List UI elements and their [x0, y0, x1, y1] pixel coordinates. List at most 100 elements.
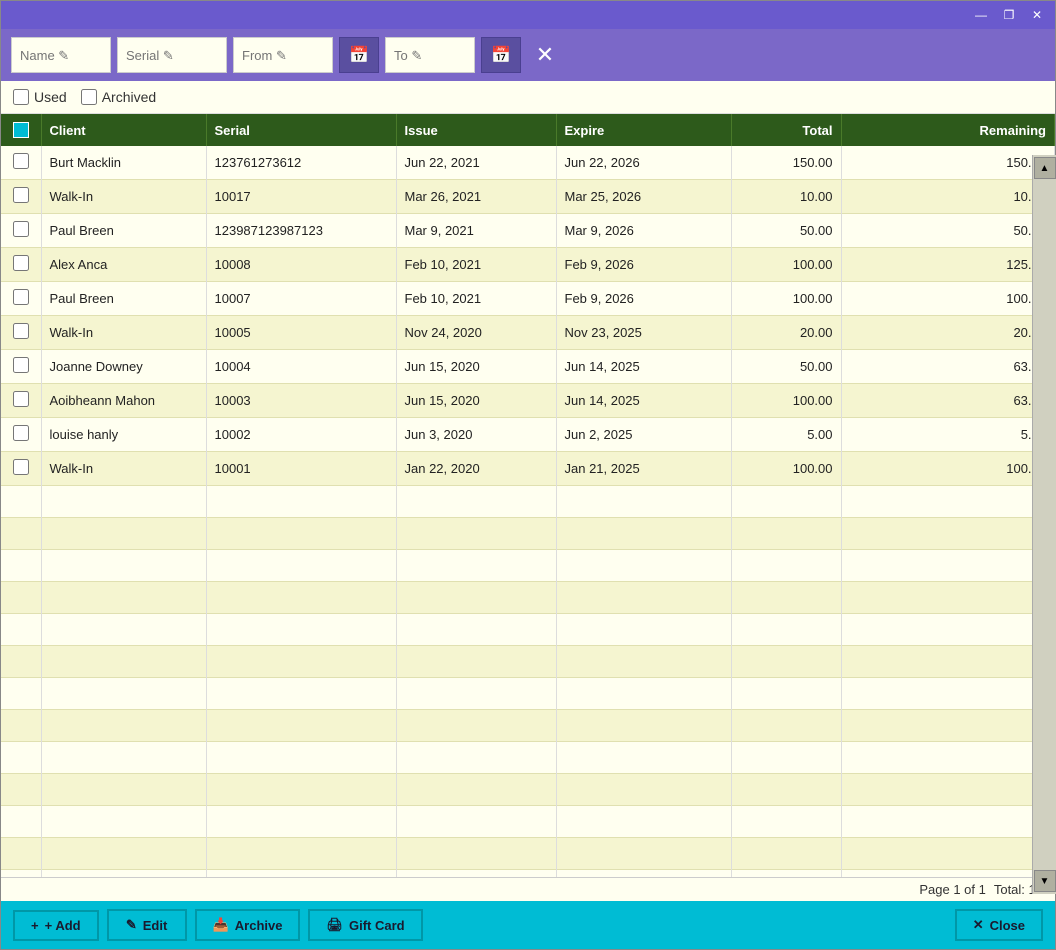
toolbar-clear-button[interactable]: ✕ [527, 37, 563, 73]
row-serial: 10001 [206, 452, 396, 486]
row-issue: Feb 10, 2021 [396, 248, 556, 282]
row-checkbox[interactable] [13, 255, 29, 271]
select-all-header[interactable] [1, 114, 41, 146]
row-issue: Mar 26, 2021 [396, 180, 556, 214]
row-issue: Jun 3, 2020 [396, 418, 556, 452]
scroll-up-button[interactable]: ▲ [1034, 157, 1056, 179]
empty-row [1, 614, 1055, 646]
name-input[interactable] [11, 37, 111, 73]
row-total: 20.00 [731, 316, 841, 350]
row-expire: Jan 21, 2025 [556, 452, 731, 486]
table-row[interactable]: Burt Macklin123761273612Jun 22, 2021Jun … [1, 146, 1055, 180]
empty-row [1, 678, 1055, 710]
expire-header: Expire [556, 114, 731, 146]
row-serial: 123761273612 [206, 146, 396, 180]
row-issue: Feb 10, 2021 [396, 282, 556, 316]
scroll-down-button[interactable]: ▼ [1034, 870, 1056, 892]
row-client: louise hanly [41, 418, 206, 452]
to-input[interactable] [385, 37, 475, 73]
minimize-button[interactable]: — [971, 5, 991, 25]
row-serial: 10005 [206, 316, 396, 350]
row-client: Paul Breen [41, 214, 206, 248]
scroll-down-icon: ▼ [1040, 876, 1050, 887]
row-checkbox[interactable] [13, 357, 29, 373]
row-total: 100.00 [731, 452, 841, 486]
row-checkbox[interactable] [13, 187, 29, 203]
to-calendar-button[interactable]: 📅 [481, 37, 521, 73]
row-remaining: 63.00 [841, 350, 1055, 384]
serial-input[interactable] [117, 37, 227, 73]
row-client: Walk-In [41, 452, 206, 486]
row-total: 100.00 [731, 282, 841, 316]
row-client: Walk-In [41, 180, 206, 214]
close-button[interactable]: ✕ Close [955, 909, 1043, 941]
table-row[interactable]: Walk-In10005Nov 24, 2020Nov 23, 202520.0… [1, 316, 1055, 350]
close-label: Close [990, 918, 1025, 933]
add-button[interactable]: + + Add [13, 910, 99, 941]
row-total: 100.00 [731, 384, 841, 418]
calendar-icon-2: 📅 [491, 45, 511, 65]
table-row[interactable]: louise hanly10002Jun 3, 2020Jun 2, 20255… [1, 418, 1055, 452]
row-remaining: 10.00 [841, 180, 1055, 214]
row-issue: Jan 22, 2020 [396, 452, 556, 486]
gift-card-button[interactable]: 🖨 Gift Card [308, 909, 422, 941]
close-window-button[interactable]: ✕ [1027, 5, 1047, 25]
empty-row [1, 486, 1055, 518]
total-header: Total [731, 114, 841, 146]
scrollbar-right: ▲ ▼ [1032, 155, 1056, 894]
from-input[interactable] [233, 37, 333, 73]
restore-button[interactable]: ❐ [999, 5, 1019, 25]
edit-icon: ✎ [126, 917, 137, 933]
table-row[interactable]: Walk-In10001Jan 22, 2020Jan 21, 2025100.… [1, 452, 1055, 486]
row-expire: Feb 9, 2026 [556, 248, 731, 282]
x-icon: ✕ [536, 42, 554, 68]
table-row[interactable]: Paul Breen123987123987123Mar 9, 2021Mar … [1, 214, 1055, 248]
table-row[interactable]: Alex Anca10008Feb 10, 2021Feb 9, 2026100… [1, 248, 1055, 282]
archive-button[interactable]: 📥 Archive [195, 909, 301, 941]
from-calendar-button[interactable]: 📅 [339, 37, 379, 73]
archive-icon: 📥 [213, 917, 229, 933]
table-row[interactable]: Aoibheann Mahon10003Jun 15, 2020Jun 14, … [1, 384, 1055, 418]
row-checkbox[interactable] [13, 221, 29, 237]
archived-filter-label[interactable]: Archived [81, 89, 156, 105]
row-checkbox[interactable] [13, 391, 29, 407]
row-issue: Nov 24, 2020 [396, 316, 556, 350]
row-checkbox[interactable] [13, 459, 29, 475]
archived-checkbox[interactable] [81, 89, 97, 105]
row-serial: 123987123987123 [206, 214, 396, 248]
row-issue: Mar 9, 2021 [396, 214, 556, 248]
edit-button[interactable]: ✎ Edit [107, 909, 187, 941]
used-checkbox[interactable] [13, 89, 29, 105]
row-total: 50.00 [731, 350, 841, 384]
table-row[interactable]: Paul Breen10007Feb 10, 2021Feb 9, 202610… [1, 282, 1055, 316]
row-total: 100.00 [731, 248, 841, 282]
row-serial: 10002 [206, 418, 396, 452]
row-serial: 10007 [206, 282, 396, 316]
close-x-icon: ✕ [973, 917, 984, 933]
gift-cards-table: Client Serial Issue Expire Total [1, 114, 1055, 877]
empty-row [1, 870, 1055, 878]
toolbar: 📅 📅 ✕ [1, 29, 1055, 81]
row-issue: Jun 15, 2020 [396, 350, 556, 384]
row-remaining: 20.00 [841, 316, 1055, 350]
row-serial: 10017 [206, 180, 396, 214]
row-checkbox[interactable] [13, 323, 29, 339]
row-checkbox[interactable] [13, 289, 29, 305]
row-checkbox[interactable] [13, 153, 29, 169]
row-expire: Mar 25, 2026 [556, 180, 731, 214]
gift-card-label: Gift Card [349, 918, 405, 933]
row-client: Burt Macklin [41, 146, 206, 180]
row-expire: Nov 23, 2025 [556, 316, 731, 350]
printer-icon: 🖨 [326, 917, 343, 933]
table-row[interactable]: Walk-In10017Mar 26, 2021Mar 25, 2026 10.0… [1, 180, 1055, 214]
used-filter-label[interactable]: Used [13, 89, 67, 105]
row-total: 150.00 [731, 146, 841, 180]
empty-row [1, 710, 1055, 742]
row-checkbox[interactable] [13, 425, 29, 441]
row-expire: Jun 14, 2025 [556, 350, 731, 384]
row-remaining: 150.00 [841, 146, 1055, 180]
row-expire: Mar 9, 2026 [556, 214, 731, 248]
table-row[interactable]: Joanne Downey10004Jun 15, 2020Jun 14, 20… [1, 350, 1055, 384]
empty-row [1, 550, 1055, 582]
edit-label: Edit [143, 918, 168, 933]
